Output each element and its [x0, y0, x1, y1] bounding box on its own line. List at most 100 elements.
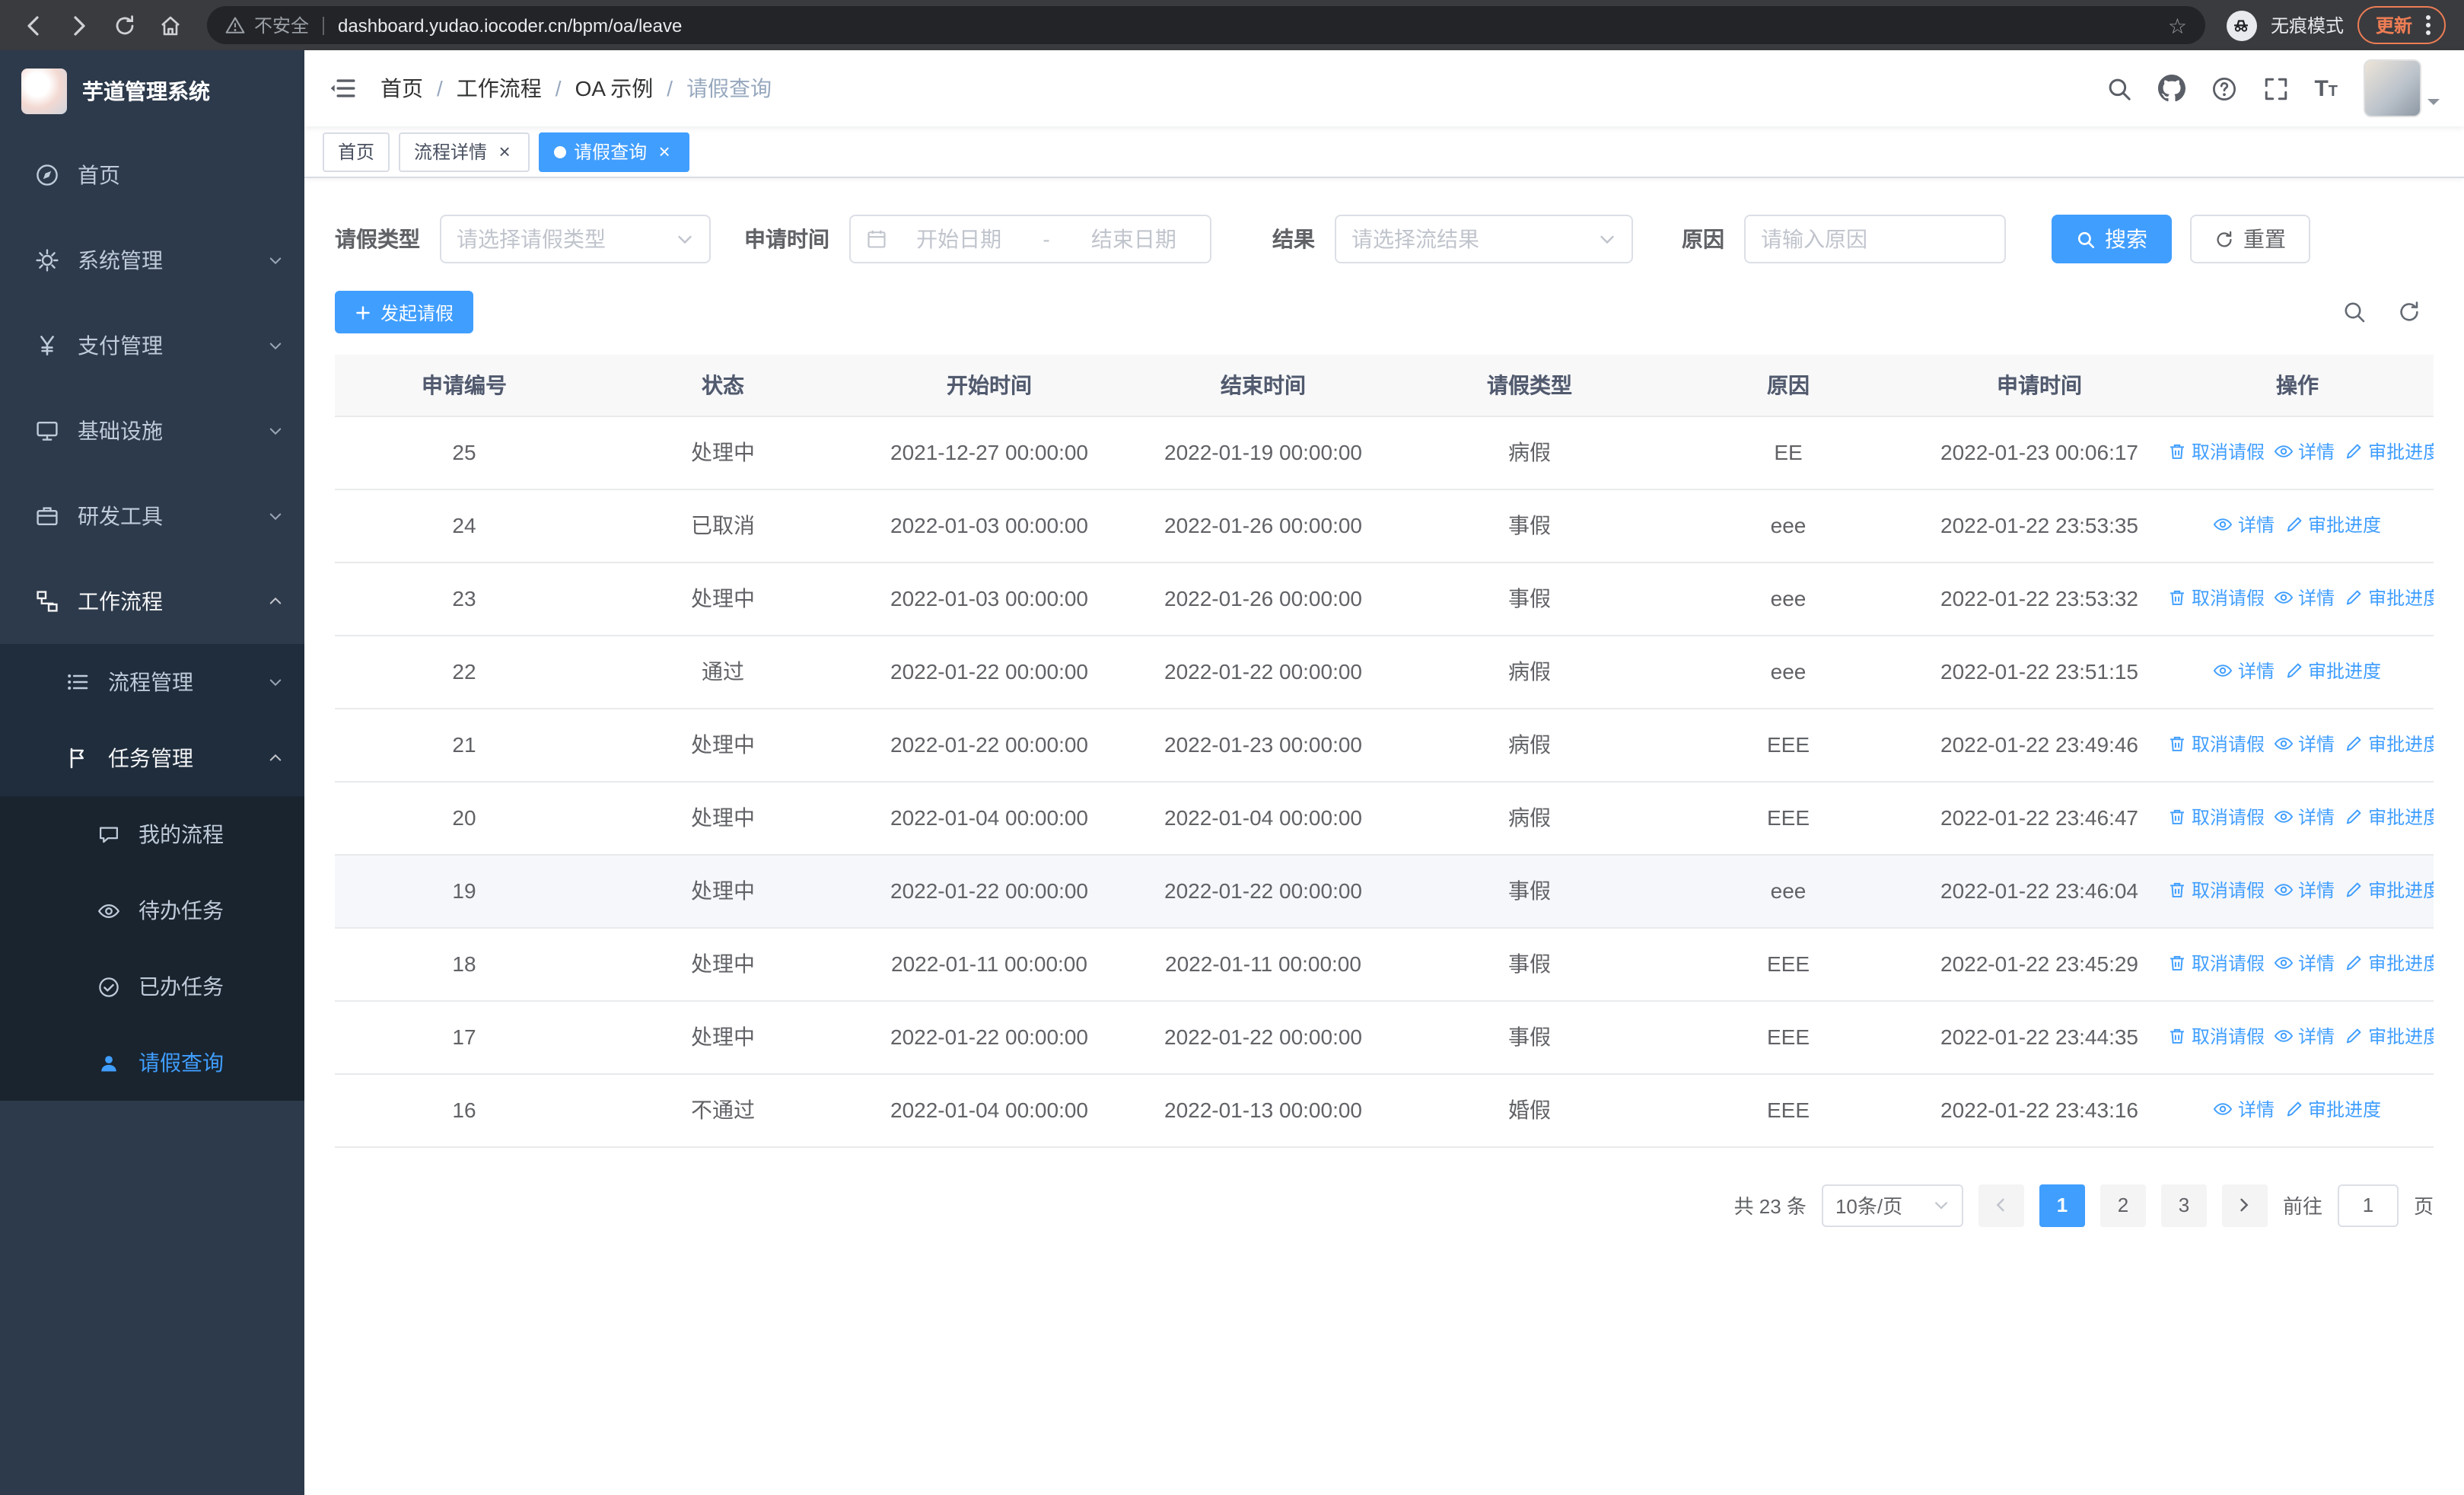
- home-button[interactable]: [149, 5, 192, 45]
- date-range-picker[interactable]: 开始日期 - 结束日期: [849, 215, 1211, 263]
- reset-button[interactable]: 重置: [2190, 215, 2310, 263]
- approval-progress-link[interactable]: 审批进度: [2344, 804, 2434, 830]
- breadcrumb-home[interactable]: 首页: [380, 73, 423, 104]
- breadcrumb-workflow[interactable]: 工作流程: [457, 73, 542, 104]
- cancel-leave-link[interactable]: 取消请假: [2167, 804, 2265, 830]
- header-actions: TT: [2106, 59, 2440, 117]
- page-button-3[interactable]: 3: [2160, 1184, 2207, 1226]
- detail-link[interactable]: 详情: [2274, 731, 2335, 757]
- detail-link[interactable]: 详情: [2214, 658, 2275, 684]
- sidebar-item-todo-tasks[interactable]: 待办任务: [0, 872, 304, 948]
- address-bar[interactable]: 不安全 dashboard.yudao.iocoder.cn/bpm/oa/le…: [207, 6, 2205, 44]
- page-content: 请假类型 请选择请假类型 申请时间 开始日期 - 结束日期 结果 请选择流结果 …: [304, 178, 2464, 1495]
- detail-link[interactable]: 详情: [2274, 1023, 2335, 1049]
- reason-input[interactable]: [1744, 215, 2006, 263]
- cancel-leave-link[interactable]: 取消请假: [2167, 438, 2265, 464]
- logo[interactable]: 芋道管理系统: [0, 50, 304, 132]
- create-leave-button[interactable]: 发起请假: [335, 291, 474, 333]
- result-select[interactable]: 请选择流结果: [1335, 215, 1633, 263]
- prev-page-button[interactable]: [1978, 1184, 2024, 1226]
- detail-link[interactable]: 详情: [2214, 1096, 2275, 1122]
- forward-button[interactable]: [58, 5, 100, 45]
- cancel-leave-link[interactable]: 取消请假: [2167, 1023, 2265, 1049]
- cancel-leave-link[interactable]: 取消请假: [2167, 585, 2265, 610]
- approval-progress-link[interactable]: 审批进度: [2344, 731, 2434, 757]
- page-button-1[interactable]: 1: [2039, 1184, 2085, 1226]
- cell-reason: EEE: [1659, 708, 1918, 782]
- cancel-leave-link[interactable]: 取消请假: [2167, 877, 2265, 903]
- detail-link[interactable]: 详情: [2274, 804, 2335, 830]
- header-search-button[interactable]: [2106, 75, 2131, 101]
- cancel-leave-link[interactable]: 取消请假: [2167, 731, 2265, 757]
- tab-leave-query[interactable]: 请假查询 ×: [539, 132, 690, 171]
- url-text[interactable]: dashboard.yudao.iocoder.cn/bpm/oa/leave: [338, 14, 2159, 36]
- github-button[interactable]: [2157, 75, 2185, 102]
- approval-progress-link[interactable]: 审批进度: [2344, 1023, 2434, 1049]
- detail-link[interactable]: 详情: [2274, 950, 2335, 976]
- cell-apply_time: 2022-01-22 23:43:16: [1918, 1073, 2161, 1147]
- leave-type-select[interactable]: 请选择请假类型: [440, 215, 711, 263]
- table-search-toggle-button[interactable]: [2342, 300, 2367, 324]
- action-label: 审批进度: [2368, 1026, 2434, 1047]
- browser-menu-icon[interactable]: [2423, 12, 2434, 38]
- user-menu[interactable]: [2364, 59, 2440, 117]
- chevron-up-icon: [269, 754, 282, 761]
- active-dot-icon: [554, 145, 567, 158]
- detail-link[interactable]: 详情: [2274, 877, 2335, 903]
- page-size-select[interactable]: 10条/页: [1821, 1184, 1963, 1226]
- cancel-leave-link[interactable]: 取消请假: [2167, 950, 2265, 976]
- approval-progress-link[interactable]: 审批进度: [2284, 658, 2381, 684]
- close-icon[interactable]: ×: [495, 142, 514, 161]
- page-button-2[interactable]: 2: [2099, 1184, 2146, 1226]
- sidebar-item-leave-query[interactable]: 请假查询: [0, 1025, 304, 1101]
- help-button[interactable]: [2211, 75, 2236, 101]
- tab-home[interactable]: 首页: [323, 132, 390, 171]
- sidebar-item-done-tasks[interactable]: 已办任务: [0, 948, 304, 1025]
- approval-progress-link[interactable]: 审批进度: [2344, 950, 2434, 976]
- cell-end: 2022-01-22 00:00:00: [1126, 635, 1400, 709]
- approval-progress-link[interactable]: 审批进度: [2284, 1096, 2381, 1122]
- sidebar-item-system[interactable]: 系统管理: [0, 218, 304, 303]
- sidebar-item-payment[interactable]: 支付管理: [0, 303, 304, 388]
- tab-process-detail[interactable]: 流程详情 ×: [399, 132, 530, 171]
- detail-link[interactable]: 详情: [2214, 512, 2275, 537]
- goto-page-input[interactable]: [2337, 1184, 2399, 1226]
- cell-reason: EEE: [1659, 781, 1918, 855]
- forward-arrow-icon: [74, 15, 85, 35]
- detail-link[interactable]: 详情: [2274, 438, 2335, 464]
- reload-button[interactable]: [103, 5, 146, 45]
- approval-progress-link[interactable]: 审批进度: [2344, 585, 2434, 610]
- table-row: 16 不通过 2022-01-04 00:00:00 2022-01-13 00:00…: [335, 1073, 2434, 1147]
- security-label[interactable]: 不安全: [254, 12, 309, 38]
- sidebar-item-infrastructure[interactable]: 基础设施: [0, 388, 304, 473]
- approval-progress-link[interactable]: 审批进度: [2284, 512, 2381, 537]
- fullscreen-button[interactable]: [2262, 75, 2288, 101]
- update-button[interactable]: 更新: [2357, 6, 2446, 44]
- detail-link[interactable]: 详情: [2274, 585, 2335, 610]
- table-refresh-button[interactable]: [2397, 300, 2421, 324]
- refresh-icon: [2217, 230, 2232, 247]
- font-size-button[interactable]: TT: [2314, 75, 2338, 101]
- breadcrumb-oa-example[interactable]: OA 示例: [575, 73, 654, 104]
- avatar[interactable]: [2364, 59, 2421, 117]
- collapse-sidebar-button[interactable]: [329, 75, 356, 102]
- sidebar-item-my-process[interactable]: 我的流程: [0, 796, 304, 872]
- table-header-row: 申请编号 状态 开始时间 结束时间 请假类型 原因 申请时间 操作: [335, 355, 2434, 416]
- sidebar-item-process-management[interactable]: 流程管理: [0, 644, 304, 720]
- select-placeholder: 请选择流结果: [1351, 227, 1479, 251]
- back-button[interactable]: [12, 5, 55, 45]
- question-icon: [2212, 77, 2236, 100]
- approval-progress-link[interactable]: 审批进度: [2344, 877, 2434, 903]
- close-icon[interactable]: ×: [654, 142, 674, 161]
- cell-start: 2022-01-04 00:00:00: [852, 1073, 1126, 1147]
- approval-progress-link[interactable]: 审批进度: [2344, 438, 2434, 464]
- sidebar-item-devtools[interactable]: 研发工具: [0, 473, 304, 559]
- monitor-icon: [33, 417, 61, 445]
- search-button[interactable]: 搜索: [2052, 215, 2172, 263]
- bookmark-star-icon[interactable]: ☆: [2168, 14, 2187, 36]
- next-page-button[interactable]: [2221, 1184, 2268, 1226]
- sidebar-item-task-management[interactable]: 任务管理: [0, 720, 304, 796]
- table-row: 22 通过 2022-01-22 00:00:00 2022-01-22 00:00:…: [335, 635, 2434, 709]
- sidebar-item-workflow[interactable]: 工作流程: [0, 559, 304, 644]
- sidebar-item-home[interactable]: 首页: [0, 132, 304, 218]
